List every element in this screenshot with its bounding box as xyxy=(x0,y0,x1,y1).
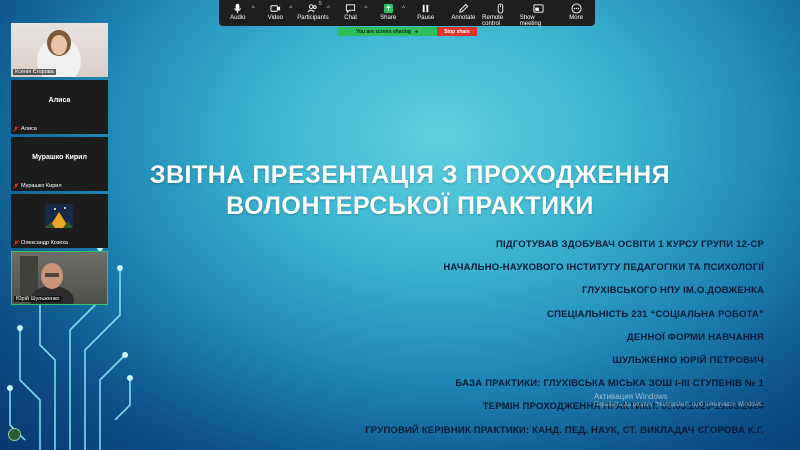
screen-sharing-bar: You are screen sharing ● Stop share xyxy=(337,27,477,36)
participant-name-tag: Алиса xyxy=(13,126,37,132)
participant-name: Мурашко Кирил xyxy=(21,183,62,189)
participant-tile-active-speaker[interactable]: Юрій Шульженко xyxy=(11,251,108,305)
chevron-up-icon[interactable]: ^ xyxy=(365,6,368,12)
muted-mic-icon xyxy=(13,240,19,246)
pause-label: Pause xyxy=(417,15,435,21)
show-meeting-label: Show meeting xyxy=(519,15,542,27)
participant-tile[interactable]: Ксенія Єгорова xyxy=(11,23,108,77)
info-line-name: ШУЛЬЖЕНКО ЮРІЙ ПЕТРОВИЧ xyxy=(612,354,764,366)
remote-control-label: Remote control xyxy=(482,15,504,27)
mouse-icon xyxy=(498,3,504,14)
more-button[interactable]: More xyxy=(557,3,595,21)
participant-name-tag: Мурашко Кирил xyxy=(13,183,62,189)
info-line-university: ГЛУХІВСЬКОГО НПУ ІМ.О.ДОВЖЕНКА xyxy=(582,285,764,297)
video-button[interactable]: ^ Video xyxy=(257,3,295,21)
participants-count: 5 xyxy=(319,1,322,7)
participants-icon xyxy=(308,4,318,13)
pencil-icon xyxy=(459,3,469,13)
sharing-status[interactable]: You are screen sharing ● xyxy=(337,27,437,36)
slide-title: ЗВІТНА ПРЕЗЕНТАЦІЯ З ПРОХОДЖЕННЯ ВОЛОНТЕ… xyxy=(120,160,700,222)
annotate-label: Annotate xyxy=(451,15,476,21)
stop-share-label: Stop share xyxy=(444,28,470,35)
watermark-subtitle: Перейдіть до розділу "Настройки", щоб ак… xyxy=(594,402,764,408)
slide-title-line-1: ЗВІТНА ПРЕЗЕНТАЦІЯ З ПРОХОДЖЕННЯ xyxy=(149,161,671,189)
info-line-specialty: СПЕЦІАЛЬНІСТЬ 231 “СОЦІАЛЬНА РОБОТА” xyxy=(547,308,764,320)
participant-name-tag: Ксенія Єгорова xyxy=(13,69,56,75)
participant-name: Юрій Шульженко xyxy=(16,296,60,302)
meeting-toolbar: ^ Audio ^ Video 5 ^ Participants ^ Chat … xyxy=(219,0,595,27)
participant-tile[interactable]: Олександр Козеха xyxy=(11,194,108,248)
video-label: Video xyxy=(267,15,284,21)
remote-control-button[interactable]: Remote control xyxy=(482,3,520,27)
share-button[interactable]: ^ Share xyxy=(369,3,407,21)
chevron-up-icon[interactable]: ^ xyxy=(252,6,255,12)
participants-panel: Ксенія Єгорова Алиса Алиса Мурашко Кирил… xyxy=(11,23,108,308)
participant-name: Олександр Козеха xyxy=(21,240,68,246)
participant-name: Ксенія Єгорова xyxy=(15,69,54,75)
audio-label: Audio xyxy=(230,15,246,21)
slide-title-line-2: ВОЛОНТЕРСЬКОЇ ПРАКТИКИ xyxy=(226,192,594,220)
more-icon xyxy=(571,3,582,14)
pause-icon xyxy=(423,4,429,13)
slide-info-list: ПІДГОТУВАВ ЗДОБУВАЧ ОСВІТИ 1 КУРСУ ГРУПИ… xyxy=(304,238,764,447)
annotate-button[interactable]: Annotate xyxy=(445,3,483,21)
zoom-status-icon[interactable] xyxy=(8,428,21,441)
participant-tile[interactable]: Мурашко Кирил Мурашко Кирил xyxy=(11,137,108,191)
share-screen-icon xyxy=(383,3,393,14)
windows-activation-watermark: Активация Windows Перейдіть до розділу "… xyxy=(594,392,763,410)
video-camera-icon xyxy=(270,5,280,12)
microphone-icon xyxy=(234,3,242,14)
participant-display-name: Мурашко Кирил xyxy=(32,154,87,161)
window-icon xyxy=(533,4,544,13)
chat-label: Chat xyxy=(344,15,357,21)
chat-icon xyxy=(345,4,356,14)
muted-mic-icon xyxy=(13,183,19,189)
chevron-up-icon[interactable]: ^ xyxy=(289,6,292,12)
info-line-form: ДЕННОЇ ФОРМИ НАВЧАННЯ xyxy=(626,331,764,343)
muted-mic-icon xyxy=(13,126,19,132)
participants-label: Participants xyxy=(297,15,329,21)
info-line-supervisor: ГРУПОВИЙ КЕРІВНИК ПРАКТИКИ: КАНД. ПЕД. Н… xyxy=(365,424,764,436)
sharing-status-text: You are screen sharing xyxy=(356,28,411,35)
participant-name-tag: Олександр Козеха xyxy=(13,240,68,246)
pause-button[interactable]: Pause xyxy=(407,3,445,21)
participant-display-name: Алиса xyxy=(48,97,71,104)
info-line-author: ПІДГОТУВАВ ЗДОБУВАЧ ОСВІТИ 1 КУРСУ ГРУПИ… xyxy=(496,239,764,250)
show-meeting-button[interactable]: Show meeting xyxy=(520,3,558,27)
audio-button[interactable]: ^ Audio xyxy=(219,3,257,21)
chevron-up-icon[interactable]: ^ xyxy=(402,6,405,12)
watermark-title: Активация Windows xyxy=(594,392,668,401)
participant-name-tag: Юрій Шульженко xyxy=(14,296,62,302)
participant-tile[interactable]: Алиса Алиса xyxy=(11,80,108,134)
info-line-institute: НАЧАЛЬНО-НАУКОВОГО ІНСТИТУТУ ПЕДАГОГІКИ … xyxy=(443,262,764,274)
participant-name: Алиса xyxy=(21,126,37,132)
more-label: More xyxy=(569,15,583,21)
chat-button[interactable]: ^ Chat xyxy=(332,3,370,21)
stop-share-button[interactable]: Stop share xyxy=(437,27,477,36)
shield-icon: ● xyxy=(414,28,418,35)
chevron-up-icon[interactable]: ^ xyxy=(327,6,330,12)
share-label: Share xyxy=(380,15,397,21)
participants-button[interactable]: 5 ^ Participants xyxy=(294,1,332,21)
